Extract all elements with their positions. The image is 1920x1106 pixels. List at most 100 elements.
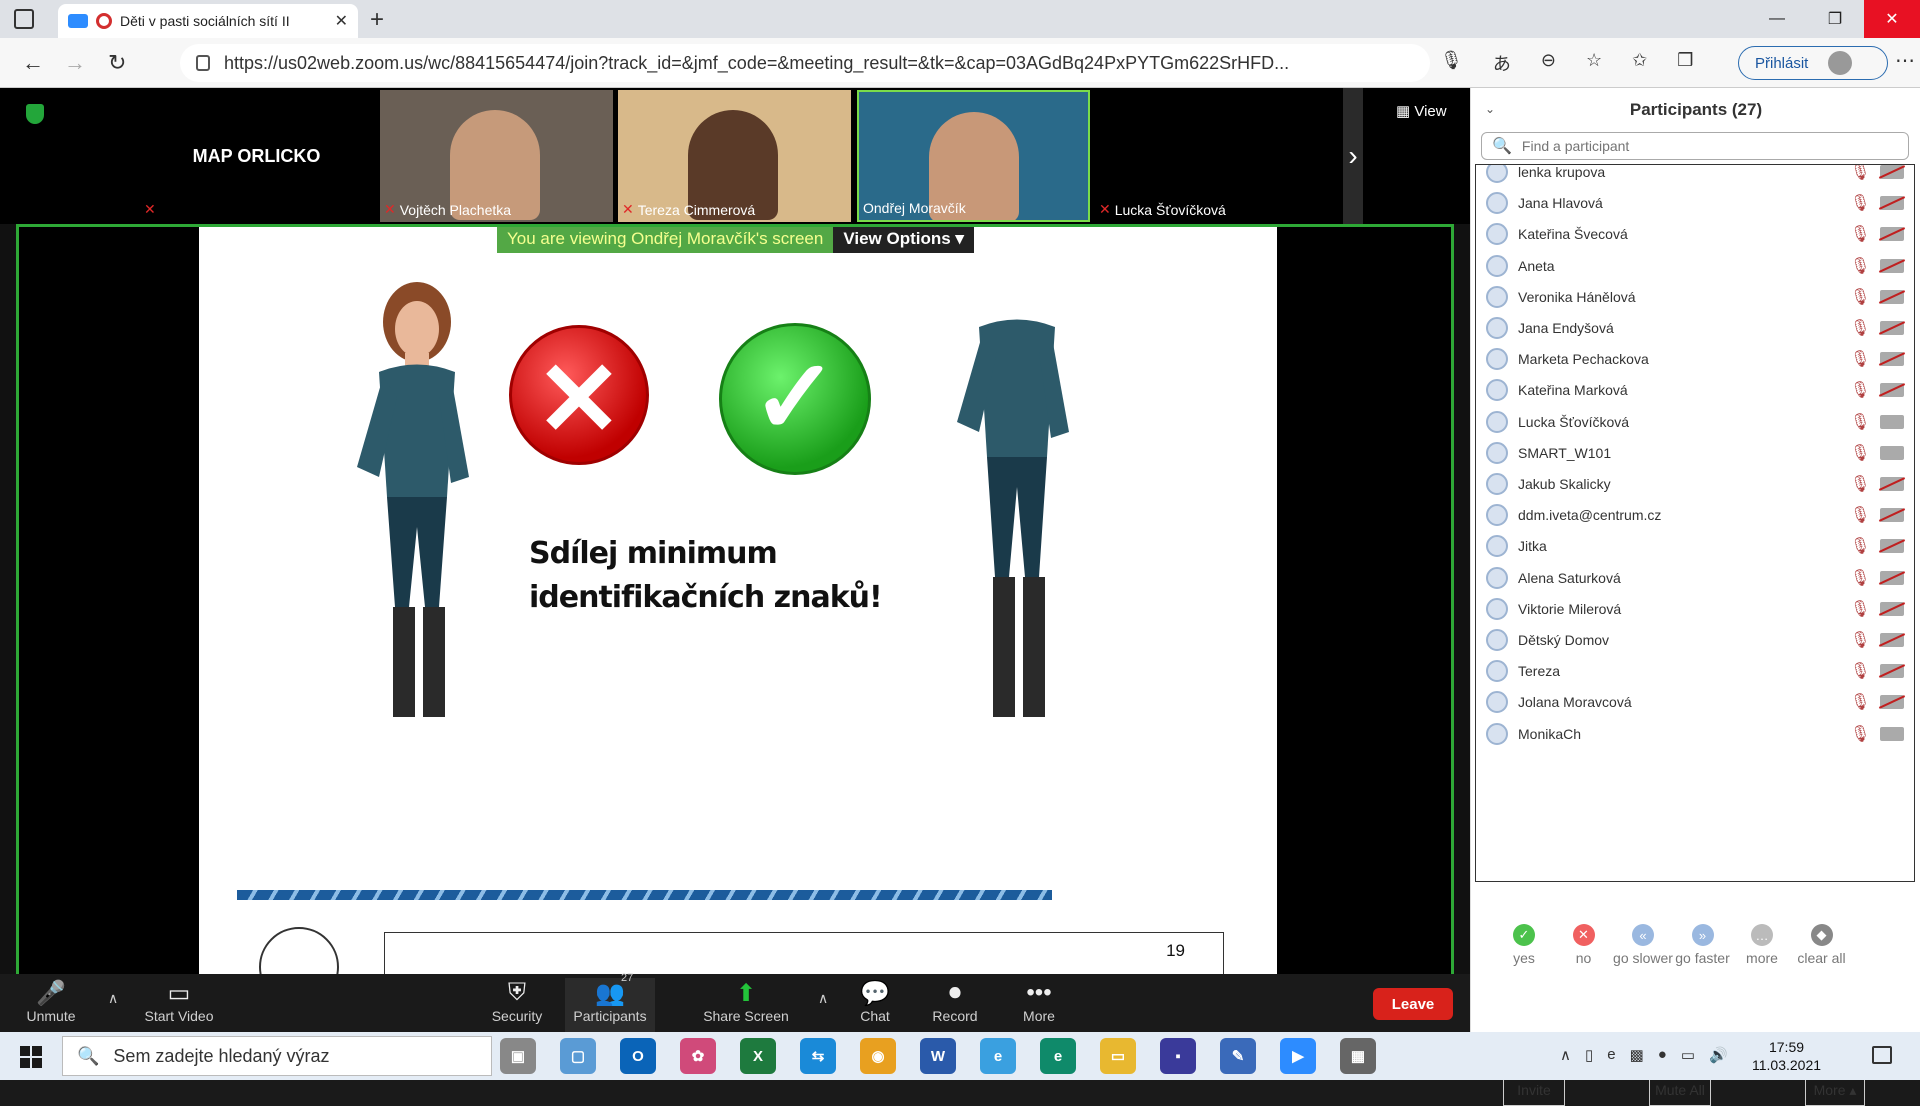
network-icon[interactable]: ▭ xyxy=(1681,1046,1695,1064)
video-off-icon[interactable] xyxy=(1880,570,1904,585)
taskbar-clock[interactable]: 17:59 11.03.2021 xyxy=(1752,1038,1821,1074)
video-off-icon[interactable] xyxy=(1880,383,1904,398)
zoom-app-icon[interactable]: ▶ xyxy=(1280,1038,1316,1074)
participants-button[interactable]: 👥 27 Participants xyxy=(565,972,655,1032)
microphone-icon[interactable]: 🎙 xyxy=(1440,50,1463,76)
video-off-icon[interactable] xyxy=(1880,664,1904,679)
video-off-icon[interactable] xyxy=(1880,321,1904,335)
start-video-button[interactable]: ▭ Start Video xyxy=(134,978,224,1025)
leave-button[interactable]: Leave xyxy=(1373,988,1453,1020)
participant-row[interactable]: MonikaCh 🎙 xyxy=(1476,715,1914,753)
minimize-button[interactable]: — xyxy=(1748,0,1806,38)
teamviewer-icon[interactable]: ⇆ xyxy=(800,1038,836,1074)
new-tab-icon[interactable]: + xyxy=(370,6,384,34)
video-tile[interactable]: ✕ Vojtěch Plachetka xyxy=(380,90,613,222)
video-icon[interactable] xyxy=(1880,414,1904,429)
screen-app-icon[interactable]: ▢ xyxy=(560,1038,596,1074)
video-tile[interactable]: ✕ Tereza Cimmerová xyxy=(618,90,851,222)
video-off-icon[interactable] xyxy=(1880,477,1904,491)
video-off-icon[interactable] xyxy=(1880,508,1904,523)
video-off-icon[interactable] xyxy=(1880,165,1904,179)
taskbar-search-box[interactable]: 🔍 Sem zadejte hledaný výraz xyxy=(62,1036,492,1076)
video-off-icon[interactable] xyxy=(1880,695,1904,710)
video-off-icon[interactable] xyxy=(1880,227,1904,242)
muted-mic-icon[interactable]: 🎙 xyxy=(1850,380,1870,400)
find-participant-input[interactable] xyxy=(1521,138,1902,154)
more-button[interactable]: ••• More xyxy=(994,978,1084,1024)
windows-start-icon[interactable] xyxy=(20,1046,42,1068)
next-page-chevron-icon[interactable]: › xyxy=(1343,88,1363,224)
muted-mic-icon[interactable]: 🎙 xyxy=(1850,692,1870,712)
video-tile[interactable]: ✕ Lucka Šťovíčková xyxy=(1095,90,1328,222)
encryption-shield-icon[interactable] xyxy=(26,104,44,124)
muted-mic-icon[interactable]: 🎙 xyxy=(1850,256,1870,276)
view-options-button[interactable]: View Options ▾ xyxy=(833,227,974,253)
address-bar[interactable]: https://us02web.zoom.us/wc/88415654474/j… xyxy=(180,44,1430,82)
save-app-icon[interactable]: ▪ xyxy=(1160,1038,1196,1074)
video-off-icon[interactable] xyxy=(1880,633,1904,647)
participant-list[interactable]: lenka krupova 🎙 Jana Hlavová 🎙 Kateřina Švec… xyxy=(1475,164,1915,882)
calculator-icon[interactable]: ▦ xyxy=(1340,1038,1376,1074)
volume-icon[interactable]: 🔊 xyxy=(1709,1046,1728,1064)
muted-mic-icon[interactable]: 🎙 xyxy=(1850,536,1870,556)
tray-record-icon[interactable]: ● xyxy=(1658,1046,1667,1064)
muted-mic-icon[interactable]: 🎙 xyxy=(1850,412,1870,432)
tray-chevron-icon[interactable]: ∧ xyxy=(1560,1046,1571,1064)
favorite-add-icon[interactable]: ☆ xyxy=(1586,50,1602,76)
favorites-icon[interactable]: ✩ xyxy=(1632,50,1647,76)
app-feather-icon[interactable]: ✎ xyxy=(1220,1038,1256,1074)
muted-mic-icon[interactable]: 🎙 xyxy=(1850,630,1870,650)
url-text[interactable]: https://us02web.zoom.us/wc/88415654474/j… xyxy=(224,53,1430,74)
chrome-icon[interactable]: ◉ xyxy=(860,1038,896,1074)
back-icon[interactable]: ← xyxy=(22,50,44,76)
security-button[interactable]: ⛨ Security xyxy=(472,978,562,1024)
notifications-icon[interactable] xyxy=(1872,1046,1892,1064)
video-off-icon[interactable] xyxy=(1880,196,1904,211)
tray-device-icon[interactable]: ▯ xyxy=(1585,1046,1593,1064)
forward-icon[interactable]: → xyxy=(64,50,86,76)
video-icon[interactable] xyxy=(1880,445,1904,460)
muted-mic-icon[interactable]: 🎙 xyxy=(1850,568,1870,588)
audio-options-chevron-icon[interactable]: ∧ xyxy=(108,990,118,1007)
tray-app-icon[interactable]: ▩ xyxy=(1630,1046,1644,1064)
video-icon[interactable] xyxy=(1880,726,1904,741)
muted-mic-icon[interactable]: 🎙 xyxy=(1850,193,1870,213)
muted-mic-icon[interactable]: 🎙 xyxy=(1850,287,1870,307)
close-window-button[interactable]: ✕ xyxy=(1864,0,1920,38)
muted-mic-icon[interactable]: 🎙 xyxy=(1850,661,1870,681)
video-off-icon[interactable] xyxy=(1880,352,1904,367)
muted-mic-icon[interactable]: 🎙 xyxy=(1850,599,1870,619)
zoom-out-icon[interactable]: ⊖ xyxy=(1541,50,1556,76)
unmute-button[interactable]: 🎤 Unmute xyxy=(6,978,96,1025)
find-participant-field[interactable]: 🔍 xyxy=(1481,132,1909,160)
share-options-chevron-icon[interactable]: ∧ xyxy=(818,990,828,1007)
muted-mic-icon[interactable]: 🎙 xyxy=(1850,224,1870,244)
outlook-icon[interactable]: O xyxy=(620,1038,656,1074)
muted-mic-icon[interactable]: 🎙 xyxy=(1850,318,1870,338)
tab-actions-icon[interactable] xyxy=(14,9,34,29)
video-tile-active-speaker[interactable]: Ondřej Moravčík xyxy=(857,90,1090,222)
video-off-icon[interactable] xyxy=(1880,601,1904,616)
chat-button[interactable]: 💬 Chat xyxy=(830,978,920,1025)
read-aloud-icon[interactable]: あ xyxy=(1493,50,1511,76)
close-tab-icon[interactable]: ✕ xyxy=(335,11,348,31)
settings-menu-icon[interactable]: ⋯ xyxy=(1895,48,1915,73)
paint-icon[interactable]: ✿ xyxy=(680,1038,716,1074)
record-button[interactable]: ⏺ Record xyxy=(910,978,1000,1024)
muted-mic-icon[interactable]: 🎙 xyxy=(1850,474,1870,494)
tray-edge-icon[interactable]: e xyxy=(1607,1046,1615,1064)
share-screen-button[interactable]: ⬆ Share Screen xyxy=(700,978,792,1025)
maximize-button[interactable]: ❐ xyxy=(1806,0,1864,38)
refresh-icon[interactable]: ↻ xyxy=(108,50,126,76)
muted-mic-icon[interactable]: 🎙 xyxy=(1850,349,1870,369)
muted-mic-icon[interactable]: 🎙 xyxy=(1850,505,1870,525)
muted-mic-icon[interactable]: 🎙 xyxy=(1850,443,1870,463)
view-button[interactable]: ▦ View xyxy=(1396,102,1447,120)
browser-tab[interactable]: Děti v pasti sociálních sítí II ✕ xyxy=(58,4,358,38)
word-icon[interactable]: W xyxy=(920,1038,956,1074)
internet-explorer-icon[interactable]: e xyxy=(980,1038,1016,1074)
collections-icon[interactable]: ❒ xyxy=(1677,50,1693,76)
video-off-icon[interactable] xyxy=(1880,539,1904,554)
video-off-icon[interactable] xyxy=(1880,289,1904,304)
file-explorer-icon[interactable]: ▭ xyxy=(1100,1038,1136,1074)
